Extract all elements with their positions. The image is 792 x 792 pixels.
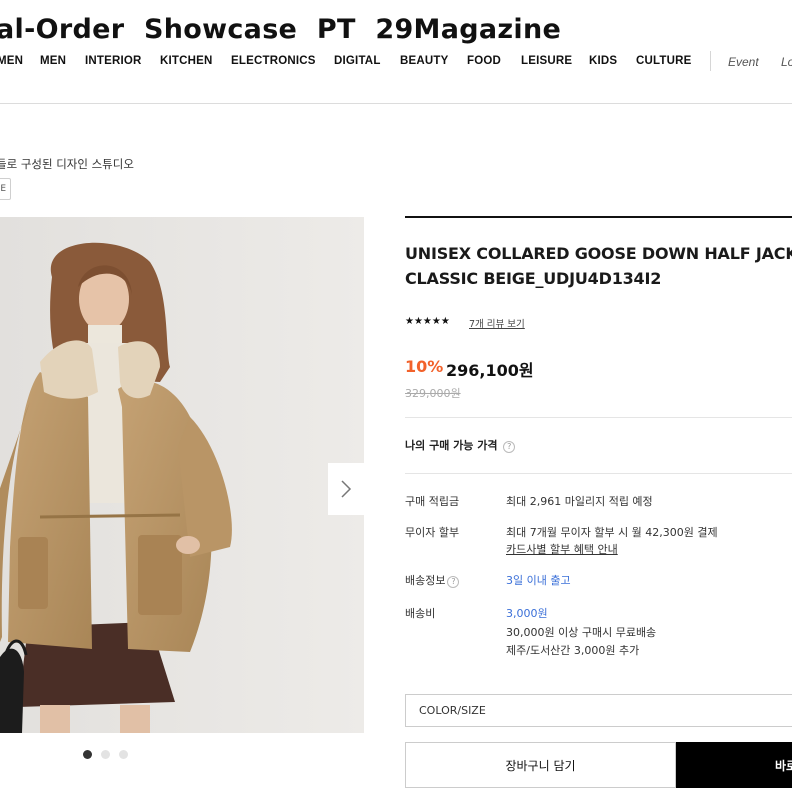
nav-item-leisure[interactable]: LEISURE xyxy=(521,55,572,67)
help-icon[interactable]: ? xyxy=(447,576,460,588)
shipping-fee-value: 3,000원 xyxy=(506,607,548,620)
chevron-right-icon xyxy=(341,480,352,498)
rating-stars-icon: ★★★★★ xyxy=(405,316,450,327)
header-divider xyxy=(0,103,792,104)
nav-item-digital[interactable]: DIGITAL xyxy=(334,55,381,67)
installment-benefits-link[interactable]: 카드사별 할부 혜택 안내 xyxy=(506,541,618,557)
nav-item-culture[interactable]: CULTURE xyxy=(636,55,692,67)
nav-item-kids[interactable]: KIDS xyxy=(589,55,617,67)
site-logo[interactable]: al-Order Showcase PT 29Magazine xyxy=(0,14,561,45)
installment-value: 최대 7개월 무이자 할부 시 월 42,300원 결제 xyxy=(506,526,718,539)
nav-item-food[interactable]: FOOD xyxy=(467,55,501,67)
color-size-select[interactable]: COLOR/SIZE xyxy=(405,694,792,727)
shipping-info-value: 3일 이내 출고 xyxy=(506,574,571,587)
product-image[interactable] xyxy=(0,217,364,733)
nav-item-kitchen[interactable]: KITCHEN xyxy=(160,55,213,67)
gallery-dot[interactable] xyxy=(119,750,128,759)
brand-description: 들로 구성된 디자인 스튜디오 xyxy=(0,157,134,171)
shipping-info-text: 배송정보 xyxy=(405,574,446,587)
original-price: 329,000원 xyxy=(405,387,461,400)
nav-item-lookbook[interactable]: Lo xyxy=(781,55,792,69)
nav-item-beauty[interactable]: BEAUTY xyxy=(400,55,448,67)
review-link[interactable]: 7개 리뷰 보기 xyxy=(469,316,525,330)
gallery-dot[interactable] xyxy=(101,750,110,759)
gallery-next-button[interactable] xyxy=(328,463,364,515)
add-to-cart-button[interactable]: 장바구니 담기 xyxy=(405,742,676,788)
free-shipping-note: 30,000원 이상 구매시 무료배송 xyxy=(506,626,657,639)
points-label: 구매 적립금 xyxy=(405,495,460,508)
nav-item-interior[interactable]: INTERIOR xyxy=(85,55,142,67)
buy-now-label: 바로 xyxy=(775,758,792,773)
my-price-toggle[interactable]: 나의 구매 가능 가격 ? xyxy=(405,437,516,453)
divider xyxy=(405,417,792,418)
nav-item-event[interactable]: Event xyxy=(728,55,759,69)
buy-now-button[interactable]: 바로 xyxy=(676,742,792,788)
brand-tag[interactable]: E xyxy=(0,178,11,200)
gallery-dot[interactable] xyxy=(83,750,92,759)
color-size-placeholder: COLOR/SIZE xyxy=(419,704,486,717)
nav-item-electronics[interactable]: ELECTRONICS xyxy=(231,55,316,67)
main-navigation: MEN MEN INTERIOR KITCHEN ELECTRONICS DIG… xyxy=(0,55,792,71)
sale-price: 296,100원 xyxy=(446,361,534,380)
installment-label: 무이자 할부 xyxy=(405,526,460,539)
points-value: 최대 2,961 마일리지 적립 예정 xyxy=(506,495,653,508)
add-to-cart-label: 장바구니 담기 xyxy=(505,758,576,773)
island-shipping-note: 제주/도서산간 3,000원 추가 xyxy=(506,644,640,657)
my-price-label: 나의 구매 가능 가격 xyxy=(405,439,498,452)
shipping-fee-label: 배송비 xyxy=(405,607,436,620)
nav-item-men[interactable]: MEN xyxy=(40,55,66,67)
divider xyxy=(405,473,792,474)
gallery-pagination xyxy=(83,750,128,759)
product-title: UNISEX COLLARED GOOSE DOWN HALF JACKET C… xyxy=(405,244,792,288)
shipping-info-label: 배송정보? xyxy=(405,572,460,588)
nav-divider xyxy=(710,51,711,71)
discount-rate: 10% xyxy=(405,357,444,376)
nav-item-women[interactable]: MEN xyxy=(0,55,23,67)
product-photo xyxy=(0,217,364,733)
info-top-divider xyxy=(405,216,792,218)
help-icon[interactable]: ? xyxy=(503,441,516,453)
